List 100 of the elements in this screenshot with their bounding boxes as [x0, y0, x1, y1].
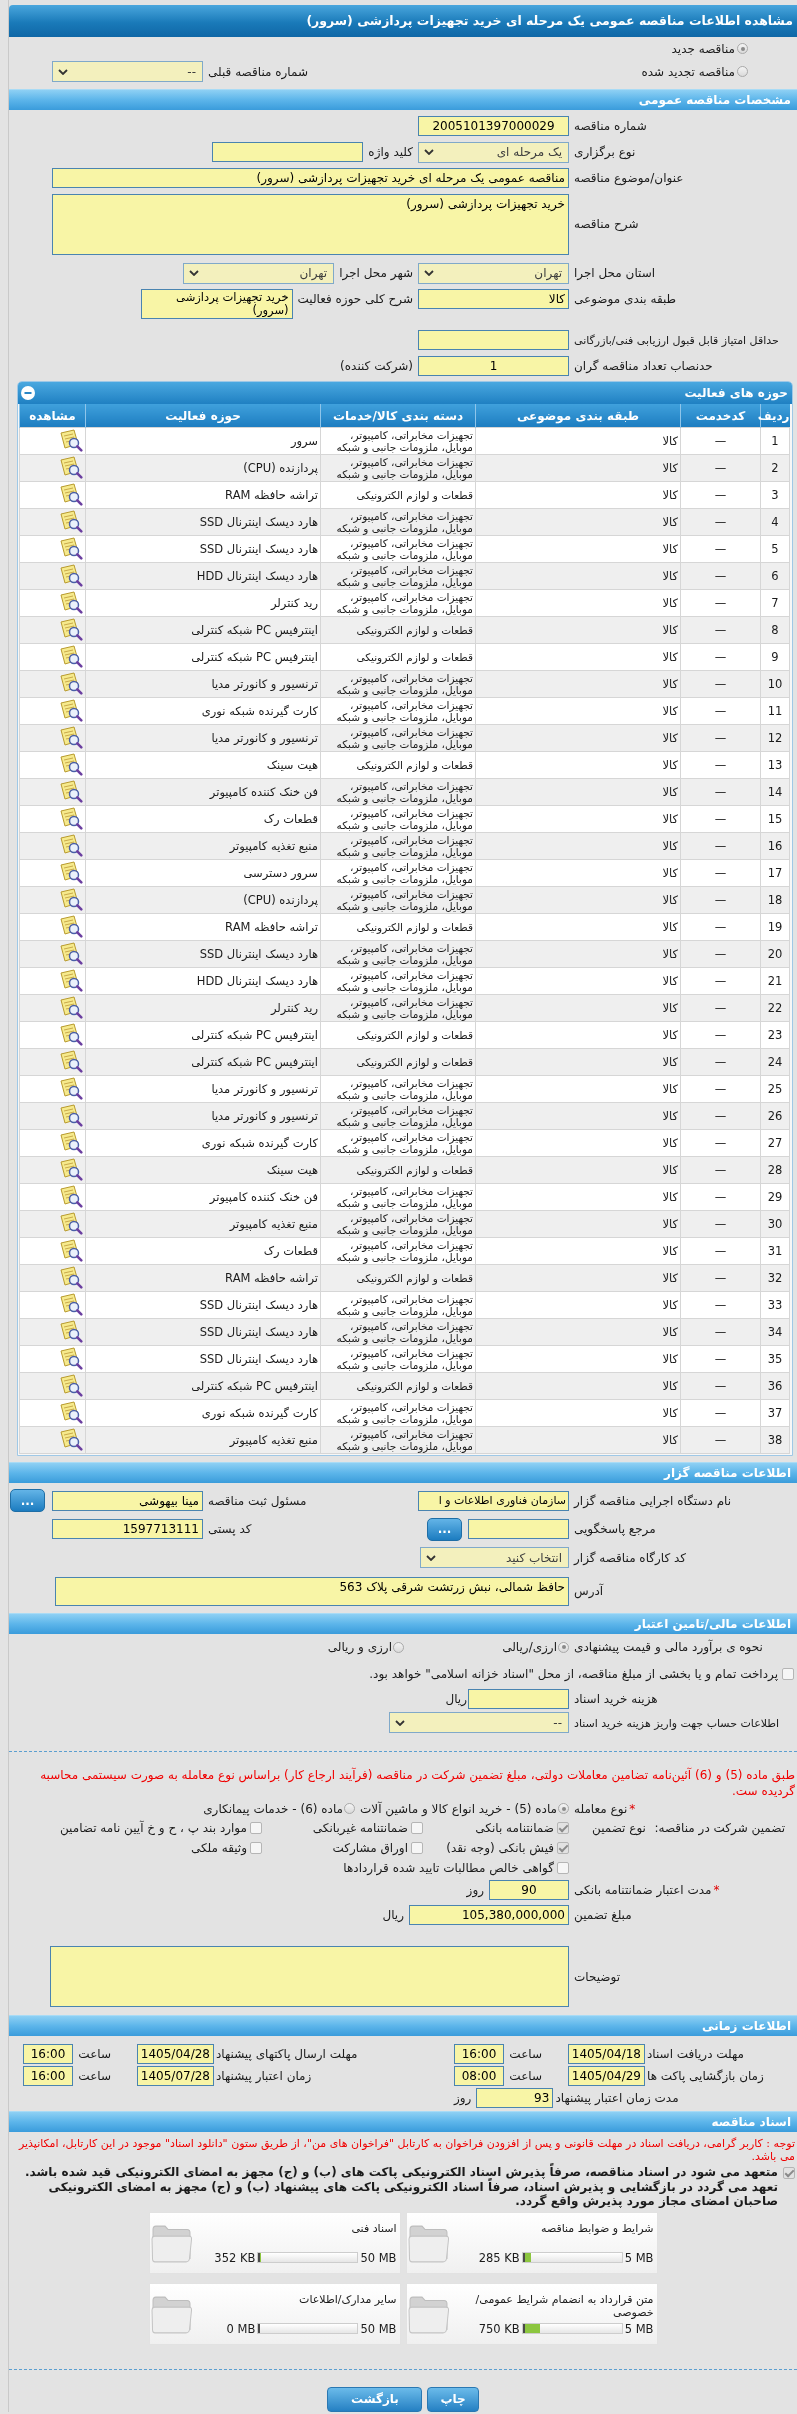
radio-button[interactable] — [737, 66, 748, 77]
table-cell: 25 — [760, 1075, 790, 1103]
browse-button[interactable]: ... — [10, 1489, 45, 1512]
note-magnifier-icon[interactable] — [60, 753, 83, 777]
date-field[interactable]: 1405/04/29 — [568, 2066, 645, 2086]
chevron-down-icon — [426, 1554, 436, 1561]
note-magnifier-icon[interactable] — [60, 807, 83, 831]
note-magnifier-icon[interactable] — [60, 861, 83, 885]
agency-name-field[interactable]: سازمان فناوری اطلاعات و ا — [418, 1490, 569, 1511]
min-bidders-field[interactable]: 1 — [418, 356, 569, 376]
checkbox-label: اوراق مشارکت — [332, 1841, 408, 1855]
note-magnifier-icon[interactable] — [60, 1104, 83, 1128]
note-magnifier-icon[interactable] — [60, 672, 83, 696]
time-field[interactable]: 16:00 — [23, 2066, 73, 2086]
validity-period-field[interactable]: 93 — [476, 2088, 554, 2108]
note-magnifier-icon[interactable] — [60, 1185, 83, 1209]
table-cell: کارت گیرنده شبکه نوری — [85, 697, 321, 725]
holding-type-select[interactable]: یک مرحله ای — [418, 141, 569, 163]
table-cell: کالا — [475, 994, 681, 1022]
guarantee-amount-field[interactable]: 105,380,000,000 — [409, 1905, 569, 1925]
note-magnifier-icon[interactable] — [60, 1293, 83, 1317]
time-field[interactable]: 08:00 — [454, 2066, 504, 2086]
category-field[interactable]: کالا — [418, 289, 569, 309]
radio-button[interactable] — [558, 1641, 569, 1653]
note-magnifier-icon[interactable] — [60, 969, 83, 993]
address-textarea[interactable]: حافظ شمالی، نبش زرتشت شرقی پلاک 563 — [55, 1576, 569, 1606]
note-magnifier-icon[interactable] — [60, 1428, 83, 1452]
workshop-code-select[interactable]: انتخاب کنید — [420, 1547, 569, 1568]
note-magnifier-icon[interactable] — [60, 1023, 83, 1047]
radio-button[interactable] — [344, 1803, 355, 1814]
checkbox[interactable] — [783, 2167, 795, 2179]
checkbox[interactable] — [411, 1842, 423, 1854]
note-magnifier-icon[interactable] — [60, 1266, 83, 1290]
reference-field[interactable] — [468, 1519, 569, 1539]
note-magnifier-icon[interactable] — [60, 1374, 83, 1398]
note-magnifier-icon[interactable] — [60, 1050, 83, 1074]
size-limit: 50 MB — [360, 2321, 397, 2336]
checkbox[interactable] — [250, 1822, 262, 1834]
note-magnifier-icon[interactable] — [60, 1158, 83, 1182]
note-magnifier-icon[interactable] — [60, 510, 83, 534]
checkbox[interactable] — [557, 1861, 569, 1874]
note-magnifier-icon[interactable] — [60, 591, 83, 615]
note-magnifier-icon[interactable] — [60, 645, 83, 669]
table-cell: کالا — [475, 535, 681, 563]
date-field[interactable]: 1405/04/18 — [568, 2044, 645, 2064]
note-magnifier-icon[interactable] — [60, 429, 83, 453]
keyword-field[interactable] — [212, 142, 364, 162]
note-magnifier-icon[interactable] — [60, 483, 83, 507]
validity-days-field[interactable]: 90 — [489, 1880, 569, 1900]
checkbox[interactable] — [411, 1822, 423, 1834]
note-magnifier-icon[interactable] — [60, 996, 83, 1020]
minus-circle-icon[interactable] — [21, 386, 35, 400]
table-cell: 10 — [760, 670, 790, 698]
table-cell: فن خنک کننده کامپیوتر — [85, 778, 321, 806]
date-field[interactable]: 1405/04/28 — [137, 2044, 214, 2064]
document-fee-field[interactable] — [468, 1689, 569, 1709]
province-select[interactable]: تهران — [418, 262, 569, 284]
checkbox[interactable] — [782, 1668, 794, 1680]
subject-field[interactable]: مناقصه عمومی یک مرحله ای خرید تجهیزات پردازشی (سرور) — [52, 168, 569, 188]
account-select[interactable]: -- — [389, 1712, 569, 1733]
checkbox[interactable] — [557, 1822, 569, 1834]
note-magnifier-icon[interactable] — [60, 1401, 83, 1425]
min-score-field[interactable] — [418, 330, 569, 350]
note-magnifier-icon[interactable] — [60, 1320, 83, 1344]
note-magnifier-icon[interactable] — [60, 1239, 83, 1263]
registrar-field[interactable]: مینا بیهوشی — [52, 1490, 203, 1511]
checkbox[interactable] — [250, 1842, 262, 1854]
note-magnifier-icon[interactable] — [60, 1131, 83, 1155]
postal-code-field[interactable]: 1597713111 — [52, 1519, 203, 1539]
note-magnifier-icon[interactable] — [60, 1212, 83, 1236]
note-magnifier-icon[interactable] — [60, 915, 83, 939]
activity-summary-textarea[interactable]: خرید تجهیزات پردازشی (سرور) — [140, 289, 293, 319]
note-magnifier-icon[interactable] — [60, 537, 83, 561]
table-cell: تجهیزات مخابراتی، کامپیوتر، موبایل، ملزومات جانبی و شبکه — [320, 778, 476, 806]
note-magnifier-icon[interactable] — [60, 1077, 83, 1101]
note-magnifier-icon[interactable] — [60, 456, 83, 480]
tender-number-field[interactable]: 2005101397000029 — [418, 116, 569, 136]
note-magnifier-icon[interactable] — [60, 564, 83, 588]
note-magnifier-icon[interactable] — [60, 699, 83, 723]
city-select[interactable]: تهران — [183, 262, 335, 284]
previous-number-select[interactable]: -- — [52, 61, 203, 82]
description-textarea[interactable]: خرید تجهیزات پردازشی (سرور) — [52, 193, 569, 255]
file-size: 0 MB — [226, 2321, 256, 2336]
notes-textarea[interactable] — [50, 1946, 569, 2007]
note-magnifier-icon[interactable] — [60, 942, 83, 966]
table-cell: — — [680, 1102, 761, 1130]
radio-button[interactable] — [558, 1803, 569, 1814]
table-cell: قطعات و لوازم الکترونیکی — [320, 913, 476, 941]
note-magnifier-icon[interactable] — [60, 834, 83, 858]
note-magnifier-icon[interactable] — [60, 726, 83, 750]
date-field[interactable]: 1405/07/28 — [137, 2066, 214, 2086]
time-field[interactable]: 16:00 — [454, 2044, 504, 2064]
checkbox[interactable] — [557, 1842, 569, 1854]
note-magnifier-icon[interactable] — [60, 618, 83, 642]
note-magnifier-icon[interactable] — [60, 1347, 83, 1371]
note-magnifier-icon[interactable] — [60, 780, 83, 804]
note-magnifier-icon[interactable] — [60, 888, 83, 912]
time-field[interactable]: 16:00 — [23, 2044, 73, 2064]
radio-button[interactable] — [393, 1641, 404, 1653]
radio-button[interactable] — [737, 43, 748, 54]
